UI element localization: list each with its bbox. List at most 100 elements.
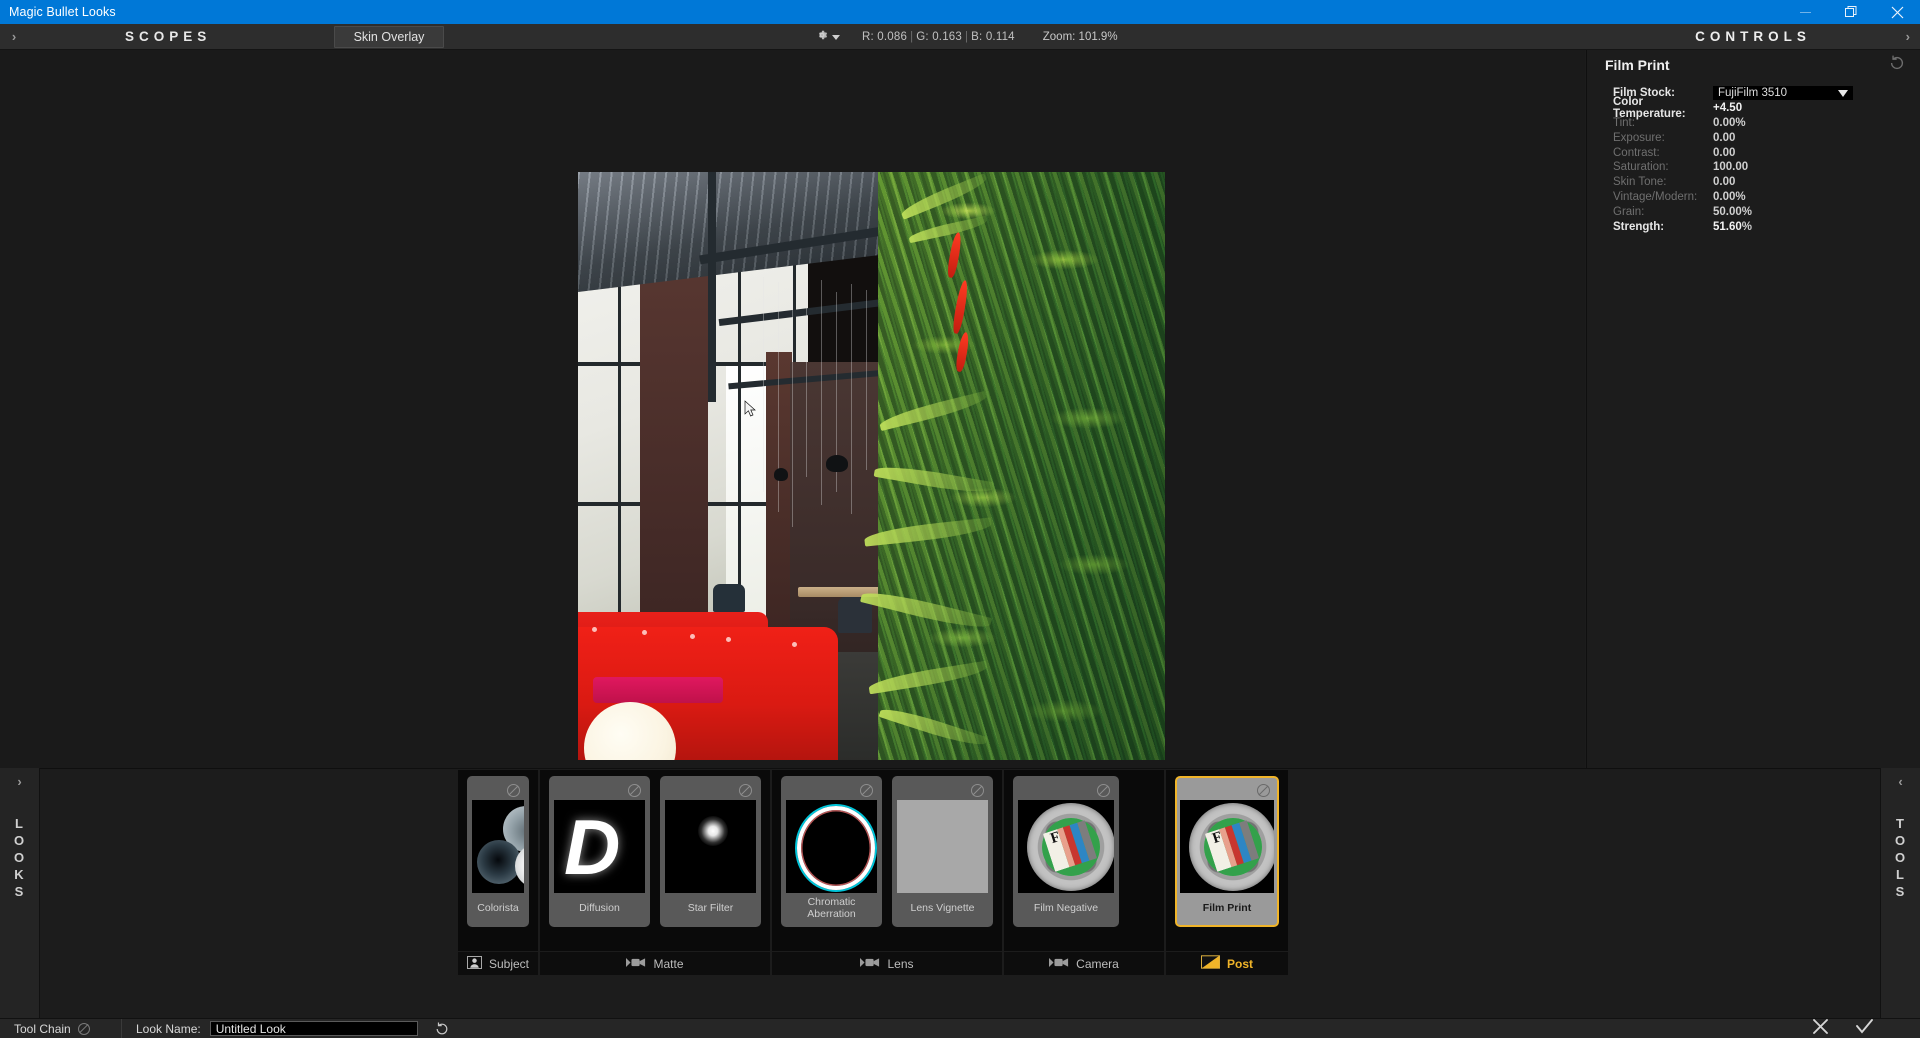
disable-icon[interactable] bbox=[971, 784, 984, 797]
tab-skin-overlay[interactable]: Skin Overlay bbox=[334, 26, 444, 48]
disable-icon[interactable] bbox=[1257, 784, 1270, 797]
controls-panel-header: CONTROLS › bbox=[1586, 24, 1920, 50]
control-label: Contrast: bbox=[1613, 146, 1660, 159]
control-value[interactable]: 0.00 bbox=[1713, 147, 1735, 159]
status-actions bbox=[1812, 1018, 1920, 1038]
toolchain-group-label: Post bbox=[1226, 956, 1253, 971]
rgb-readout: R: 0.086 | G: 0.163 | B: 0.114 bbox=[862, 31, 1015, 43]
disable-icon[interactable] bbox=[507, 784, 520, 797]
control-row[interactable]: Skin Tone: 0.00 bbox=[1613, 175, 1903, 190]
reset-icon[interactable] bbox=[1888, 54, 1906, 72]
preview-stage[interactable] bbox=[0, 50, 1585, 768]
look-name-input[interactable]: Untitled Look bbox=[209, 1021, 418, 1036]
toolchain-group: F Film Negative Camera bbox=[1004, 770, 1166, 975]
tool-card[interactable]: Star Filter bbox=[660, 776, 761, 927]
control-row[interactable]: Color Temperature: +4.50 bbox=[1613, 96, 1903, 120]
control-value[interactable]: +4.50 bbox=[1713, 102, 1742, 114]
camera-icon bbox=[626, 956, 646, 972]
toolchain-group-label: Subject bbox=[488, 956, 530, 971]
chevron-down-icon bbox=[832, 34, 840, 40]
toolchain-group-tools: Chromatic Aberration Lens Vignette bbox=[772, 770, 1002, 951]
control-value[interactable]: 100.00 bbox=[1713, 161, 1748, 173]
window-titlebar: Magic Bullet Looks bbox=[0, 0, 1920, 24]
tool-card-top bbox=[1180, 781, 1274, 800]
tools-rail[interactable]: ‹ TOOLS bbox=[1880, 768, 1920, 1018]
control-row[interactable]: Exposure: 0.00 bbox=[1613, 130, 1903, 145]
control-unit: % bbox=[1741, 220, 1753, 233]
person-icon bbox=[467, 955, 482, 972]
tool-thumbnail[interactable]: F bbox=[1180, 800, 1274, 894]
look-name-value: Untitled Look bbox=[215, 1021, 286, 1036]
film-reel-thumb-art: F bbox=[1180, 800, 1274, 894]
toolchain-group-footer[interactable]: Subject bbox=[458, 951, 538, 975]
minimize-button[interactable] bbox=[1782, 0, 1828, 24]
tool-thumbnail[interactable] bbox=[472, 800, 524, 894]
toolchain-group-tools: D Diffusion Star Filter bbox=[540, 770, 770, 951]
disable-icon[interactable] bbox=[628, 784, 641, 797]
restore-button[interactable] bbox=[1828, 0, 1874, 24]
film-reel-thumb-art: F bbox=[1018, 800, 1114, 894]
tool-thumbnail[interactable] bbox=[897, 800, 988, 894]
tool-card[interactable]: Lens Vignette bbox=[892, 776, 993, 927]
preview-image[interactable] bbox=[578, 172, 1165, 760]
control-label: Vintage/Modern: bbox=[1613, 190, 1698, 203]
control-value[interactable]: 0.00 bbox=[1713, 117, 1735, 129]
control-row[interactable]: Grain: 50.00% bbox=[1613, 204, 1903, 219]
toolchain-group-tools: Colorista bbox=[458, 770, 538, 951]
toolchain-toggle[interactable]: Tool Chain bbox=[0, 1018, 122, 1038]
control-row[interactable]: Strength: 51.60% bbox=[1613, 219, 1903, 234]
disable-icon[interactable] bbox=[77, 1022, 90, 1035]
control-value[interactable]: 0.00 bbox=[1713, 191, 1735, 203]
look-reset-icon[interactable] bbox=[434, 1021, 450, 1037]
tool-name-label: Film Negative bbox=[1033, 901, 1099, 914]
tool-card[interactable]: Colorista bbox=[467, 776, 529, 927]
looks-letter: O bbox=[13, 850, 26, 865]
control-unit: % bbox=[1735, 116, 1746, 129]
tool-thumbnail[interactable]: D bbox=[554, 800, 645, 894]
control-row[interactable]: Contrast: 0.00 bbox=[1613, 145, 1903, 160]
control-value[interactable]: 50.00 bbox=[1713, 206, 1742, 218]
toolchain-group: Colorista Subject bbox=[458, 770, 540, 975]
tools-collapse-arrow-icon[interactable]: ‹ bbox=[1898, 774, 1902, 789]
toolchain-group-footer[interactable]: Lens bbox=[772, 951, 1002, 975]
tools-letter: O bbox=[1894, 833, 1907, 848]
tool-thumbnail[interactable] bbox=[786, 800, 877, 894]
tool-thumbnail[interactable] bbox=[665, 800, 756, 894]
control-row[interactable]: Vintage/Modern: 0.00% bbox=[1613, 190, 1903, 205]
control-label: Skin Tone: bbox=[1613, 176, 1667, 189]
disable-icon[interactable] bbox=[739, 784, 752, 797]
scopes-expand-arrow-icon[interactable]: › bbox=[0, 24, 28, 50]
control-value[interactable]: 0.00 bbox=[1713, 132, 1735, 144]
control-row[interactable]: Tint: 0.00% bbox=[1613, 116, 1903, 131]
control-value[interactable]: 51.60 bbox=[1713, 221, 1742, 233]
toolchain-group-tools: F Film Negative bbox=[1004, 770, 1164, 951]
control-value[interactable]: 0.00 bbox=[1713, 176, 1735, 188]
close-button[interactable] bbox=[1874, 0, 1920, 24]
tool-card-top bbox=[665, 781, 756, 800]
controls-collapse-arrow-icon[interactable]: › bbox=[1906, 29, 1910, 44]
tool-name-label: Diffusion bbox=[579, 901, 620, 914]
tool-card[interactable]: Chromatic Aberration bbox=[781, 776, 882, 927]
confirm-button[interactable] bbox=[1855, 1018, 1874, 1038]
tool-card[interactable]: D Diffusion bbox=[549, 776, 650, 927]
tools-letter: S bbox=[1895, 884, 1906, 899]
looks-rail[interactable]: › LOOKS bbox=[0, 768, 40, 1018]
tool-card[interactable]: F Film Print bbox=[1175, 776, 1279, 927]
tool-card[interactable]: F Film Negative bbox=[1013, 776, 1119, 927]
settings-menu-button[interactable] bbox=[815, 28, 840, 47]
toolchain-group-footer[interactable]: Post bbox=[1166, 951, 1288, 975]
tool-name-label: Lens Vignette bbox=[910, 901, 975, 914]
disable-icon[interactable] bbox=[860, 784, 873, 797]
toolbar-center-readouts: R: 0.086 | G: 0.163 | B: 0.114 Zoom: 101.9% bbox=[815, 24, 1118, 50]
looks-expand-arrow-icon[interactable]: › bbox=[17, 774, 21, 789]
looks-letter: S bbox=[14, 884, 25, 899]
film-stock-value: FujiFilm 3510 bbox=[1718, 87, 1788, 100]
toolchain-group-footer[interactable]: Camera bbox=[1004, 951, 1164, 975]
toolchain-group-tools: F Film Print bbox=[1166, 770, 1288, 951]
film-stock-select[interactable]: FujiFilm 3510 bbox=[1713, 86, 1853, 101]
cancel-button[interactable] bbox=[1812, 1018, 1829, 1038]
toolchain-group-footer[interactable]: Matte bbox=[540, 951, 770, 975]
tool-thumbnail[interactable]: F bbox=[1018, 800, 1114, 894]
control-row[interactable]: Saturation: 100.00 bbox=[1613, 160, 1903, 175]
disable-icon[interactable] bbox=[1097, 784, 1110, 797]
